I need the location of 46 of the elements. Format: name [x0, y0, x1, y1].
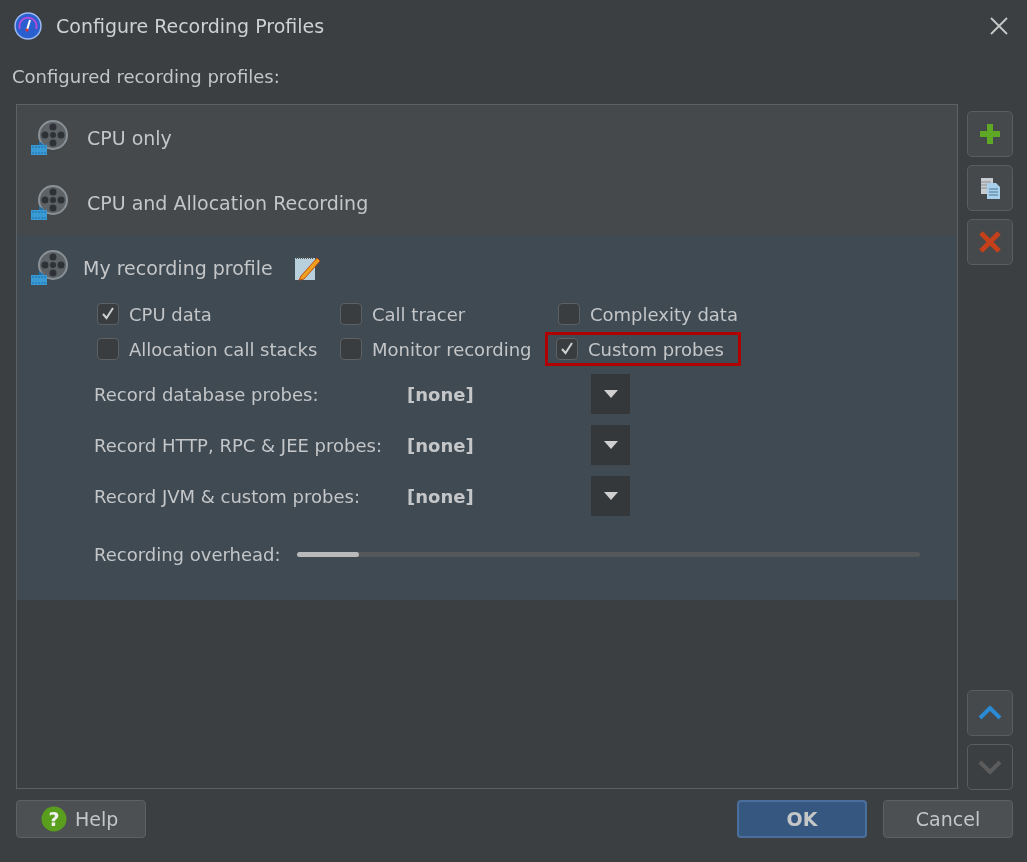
slider-fill[interactable]	[296, 551, 359, 557]
gauge-icon	[14, 12, 42, 40]
dropdown-label: Record HTTP, RPC & JEE probes:	[94, 434, 383, 456]
delete-icon	[978, 230, 1002, 254]
chevron-up-button[interactable]	[967, 690, 1013, 736]
help-icon: ?	[41, 806, 67, 832]
copy-button[interactable]	[967, 165, 1013, 211]
dropdown-label: Record database probes:	[94, 383, 320, 405]
window-title: Configure Recording Profiles	[56, 15, 326, 37]
checkbox[interactable]: Allocation call stacks	[97, 335, 326, 363]
checkbox-square[interactable]	[97, 338, 119, 360]
dropdown[interactable]: [none]	[407, 425, 630, 465]
checkbox-square[interactable]	[340, 338, 362, 360]
checkbox-square[interactable]	[340, 303, 362, 325]
ok-button[interactable]: OK	[737, 800, 867, 838]
check-icon	[100, 306, 116, 322]
caret-icon	[603, 390, 618, 398]
profile-item[interactable]: My recording profile CPU data Call tracer Complexity data Allocation call stacks Monitor recording Custom probes Record database probes: [none] Record HTTP, RPC & JEE probes: [none] Record JVM & custom probes: [none] Recording overhead:	[17, 235, 957, 600]
checkbox[interactable]: Call tracer	[340, 300, 474, 328]
slider-label: Recording overhead:	[94, 543, 281, 565]
checkbox[interactable]: Monitor recording	[340, 335, 540, 363]
delete-button[interactable]	[967, 219, 1013, 265]
help-button[interactable]: ? Help	[16, 800, 146, 838]
dropdown[interactable]: [none]	[407, 374, 630, 414]
film-reel-icon	[29, 248, 69, 287]
copy-icon	[978, 176, 1002, 200]
checkbox[interactable]: CPU data	[97, 300, 220, 328]
caret-icon	[603, 492, 618, 500]
close-icon[interactable]	[989, 16, 1009, 36]
list-label: Configured recording profiles:	[11, 65, 281, 89]
checkbox-square[interactable]	[558, 303, 580, 325]
checkbox-square[interactable]	[556, 338, 578, 360]
dropdown-label: Record JVM & custom probes:	[94, 485, 361, 507]
checkbox-square[interactable]	[97, 303, 119, 325]
check-icon	[559, 341, 575, 357]
plus-icon	[978, 122, 1002, 146]
cancel-button[interactable]: Cancel	[883, 800, 1013, 838]
caret-icon	[603, 441, 618, 449]
film-reel-icon	[29, 118, 69, 157]
profile-item[interactable]: CPU and Allocation Recording	[17, 170, 957, 235]
dropdown[interactable]: [none]	[407, 476, 630, 516]
film-reel-icon	[29, 183, 69, 222]
checkbox[interactable]: Complexity data	[558, 300, 746, 328]
checkbox[interactable]: Custom probes	[548, 335, 738, 363]
profile-item[interactable]: CPU only	[17, 105, 957, 170]
plus-button[interactable]	[967, 111, 1013, 157]
